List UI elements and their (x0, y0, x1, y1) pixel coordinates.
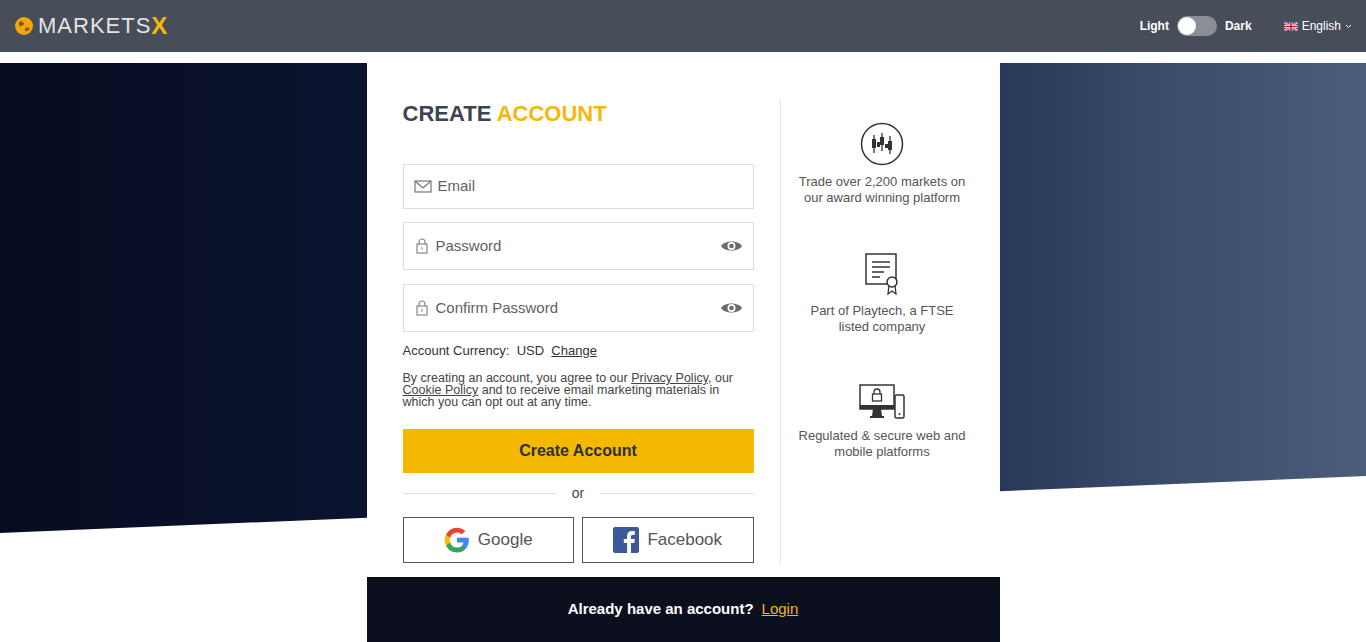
flag-icon (1284, 22, 1298, 31)
markets-icon (860, 122, 904, 166)
facebook-icon (613, 527, 639, 553)
logo-text: MARKETS (38, 15, 151, 37)
policy-link[interactable]: Privacy Policy (631, 371, 708, 385)
login-link[interactable]: Login (762, 598, 799, 621)
password-input[interactable] (430, 297, 720, 320)
or-divider: or (403, 483, 754, 504)
title-first: CREATE (403, 101, 492, 126)
password-input[interactable] (430, 235, 720, 258)
signup-card: CREATE ACCOUNT Account Currency: USD Chan… (367, 63, 1000, 642)
light-label: Light (1140, 17, 1169, 35)
login-bar: Already have an account? Login (367, 577, 1000, 642)
eye-icon (720, 300, 743, 316)
terms-fragment: By creating an account, you agree to our (403, 371, 632, 385)
envelope-icon (414, 179, 432, 194)
login-prompt: Already have an account? (568, 598, 754, 621)
feature-text: Regulated & secure web and mobile platfo… (797, 428, 967, 460)
globe-icon (14, 16, 34, 36)
policy-link[interactable]: Cookie Policy (403, 383, 479, 397)
logo-accent: X (151, 14, 167, 38)
language-select[interactable]: English (1284, 17, 1352, 35)
form-title: CREATE ACCOUNT (403, 100, 754, 127)
theme-toggle[interactable] (1177, 16, 1217, 36)
devices-icon (859, 383, 905, 420)
title-second: ACCOUNT (497, 101, 607, 126)
social-label: Google (478, 527, 533, 553)
feature-item: Regulated & secure web and mobile platfo… (781, 383, 984, 460)
lock-icon (414, 237, 430, 255)
currency-value: USD (517, 343, 544, 358)
google-icon (444, 527, 470, 553)
feature-list: Trade over 2,200 markets on our award wi… (780, 100, 984, 563)
google-button[interactable]: Google (403, 517, 575, 563)
feature-text: Part of Playtech, a FTSE listed company (797, 303, 967, 335)
terms-text: By creating an account, you agree to our… (403, 372, 754, 408)
form-field[interactable] (403, 284, 754, 332)
logo[interactable]: MARKETSX (14, 14, 167, 38)
social-logins: Google Facebook (403, 517, 754, 563)
feature-text: Trade over 2,200 markets on our award wi… (797, 174, 967, 206)
signup-panel: CREATE ACCOUNT Account Currency: USD Chan… (367, 63, 1000, 577)
show-password[interactable] (720, 300, 743, 316)
eye-icon (720, 238, 743, 254)
change-currency-link[interactable]: Change (551, 343, 597, 358)
form-field[interactable] (403, 164, 754, 209)
dark-label: Dark (1225, 17, 1252, 35)
hero-area: CREATE ACCOUNT Account Currency: USD Chan… (0, 63, 1366, 642)
feature-item: Part of Playtech, a FTSE listed company (781, 252, 984, 335)
create-account-button[interactable]: Create Account (403, 429, 754, 473)
social-label: Facebook (647, 527, 722, 553)
account-currency: Account Currency: USD Change (403, 343, 754, 359)
toggle-knob (1178, 17, 1196, 35)
currency-label: Account Currency: (403, 343, 510, 358)
terms-fragment: , our (708, 371, 733, 385)
show-password[interactable] (720, 238, 743, 254)
or-label: or (572, 483, 584, 504)
email-input[interactable] (432, 175, 743, 198)
signup-form: CREATE ACCOUNT Account Currency: USD Chan… (403, 100, 754, 563)
top-bar: MARKETSX Light Dark English (0, 0, 1366, 52)
facebook-button[interactable]: Facebook (582, 517, 754, 563)
lock-icon (414, 299, 430, 317)
chevron-down-icon (1345, 24, 1352, 29)
feature-item: Trade over 2,200 markets on our award wi… (781, 122, 984, 206)
certificate-icon (864, 252, 900, 295)
language-label: English (1302, 17, 1341, 35)
form-field[interactable] (403, 222, 754, 270)
